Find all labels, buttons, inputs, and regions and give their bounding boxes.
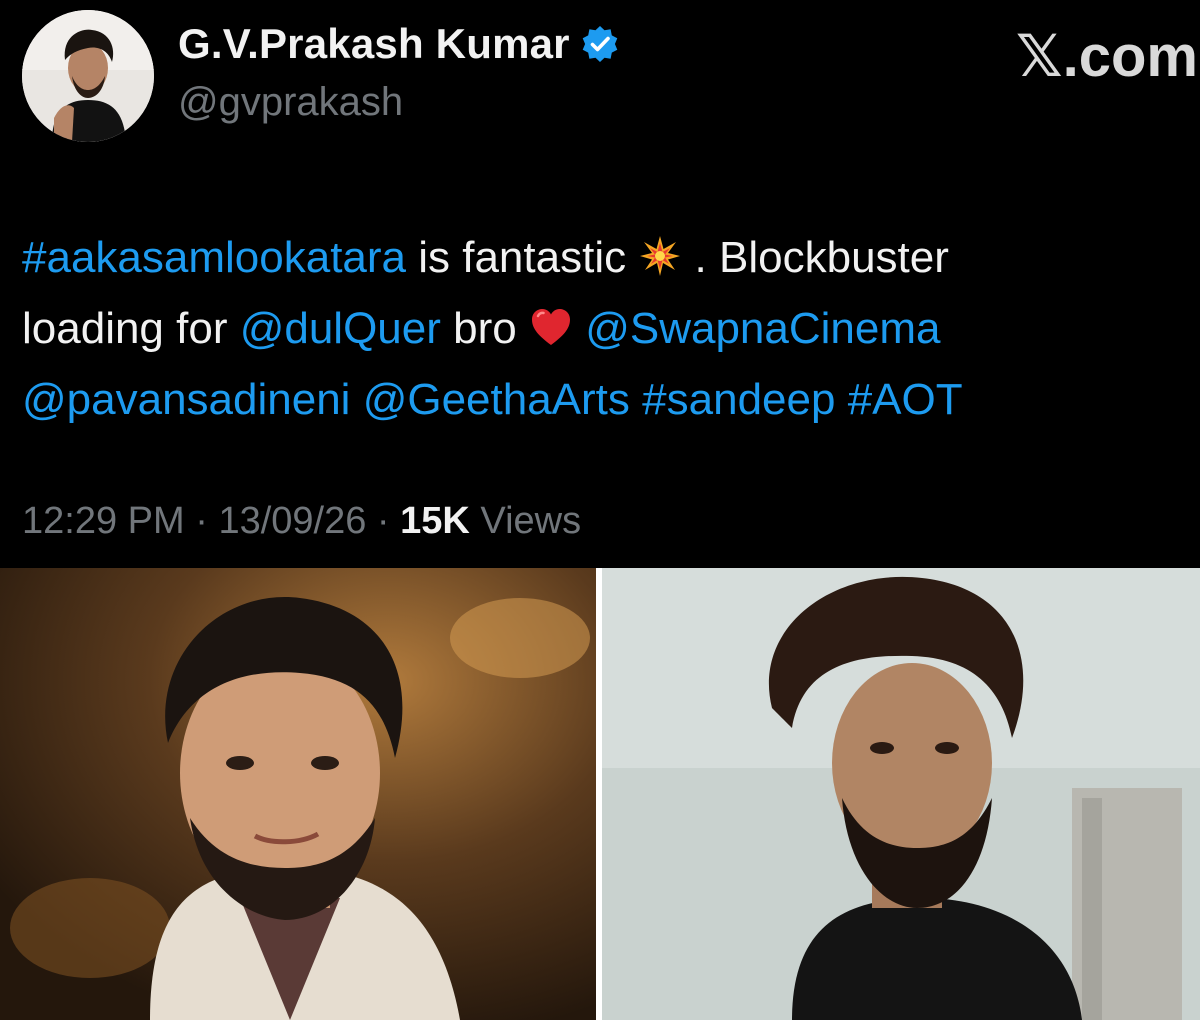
- tweet-body: #aakasamlookatara is fantastic . Blockbu…: [22, 222, 1182, 435]
- author-display-name[interactable]: G.V.Prakash Kumar: [178, 20, 620, 68]
- meta-separator: ·: [366, 500, 401, 542]
- author-name-text[interactable]: G.V.Prakash Kumar: [178, 20, 570, 68]
- tweet-card: G.V.Prakash Kumar @gvprakash 𝕏.com #aaka…: [0, 0, 1200, 568]
- mention-link[interactable]: @dulQuer: [240, 304, 441, 353]
- tweet-text-segment: bro: [440, 304, 529, 353]
- tweet-meta: 12:29 PM · 13/09/26 · 15K Views: [22, 500, 581, 543]
- views-count[interactable]: 15K: [400, 500, 470, 542]
- tweet-date[interactable]: 13/09/26: [218, 500, 366, 542]
- tweet-time[interactable]: 12:29 PM: [22, 500, 185, 542]
- verified-badge-icon: [580, 24, 620, 64]
- hashtag-link[interactable]: #sandeep: [642, 375, 835, 424]
- author-avatar[interactable]: [22, 10, 154, 142]
- photo-actor-left[interactable]: [0, 568, 596, 1020]
- brand-logo-text: 𝕏.com: [1015, 24, 1198, 89]
- mention-link[interactable]: @SwapnaCinema: [585, 304, 940, 353]
- red-heart-emoji-icon: [529, 299, 573, 345]
- tweet-text-segment: is fantastic: [406, 233, 639, 282]
- collision-emoji-icon: [638, 228, 682, 276]
- mention-link[interactable]: @pavansadineni: [22, 375, 350, 424]
- tweet-text-segment: loading for: [22, 304, 240, 353]
- tweet-text-segment: . Blockbuster: [682, 233, 949, 282]
- author-handle[interactable]: @gvprakash: [178, 80, 403, 125]
- meta-separator: ·: [184, 500, 219, 542]
- hashtag-link[interactable]: #AOT: [848, 375, 963, 424]
- photo-actor-right[interactable]: [602, 568, 1200, 1020]
- views-label: Views: [469, 500, 582, 542]
- hashtag-link[interactable]: #aakasamlookatara: [22, 233, 406, 282]
- mention-link[interactable]: @GeethaArts: [363, 375, 630, 424]
- photo-collage: [0, 568, 1200, 1020]
